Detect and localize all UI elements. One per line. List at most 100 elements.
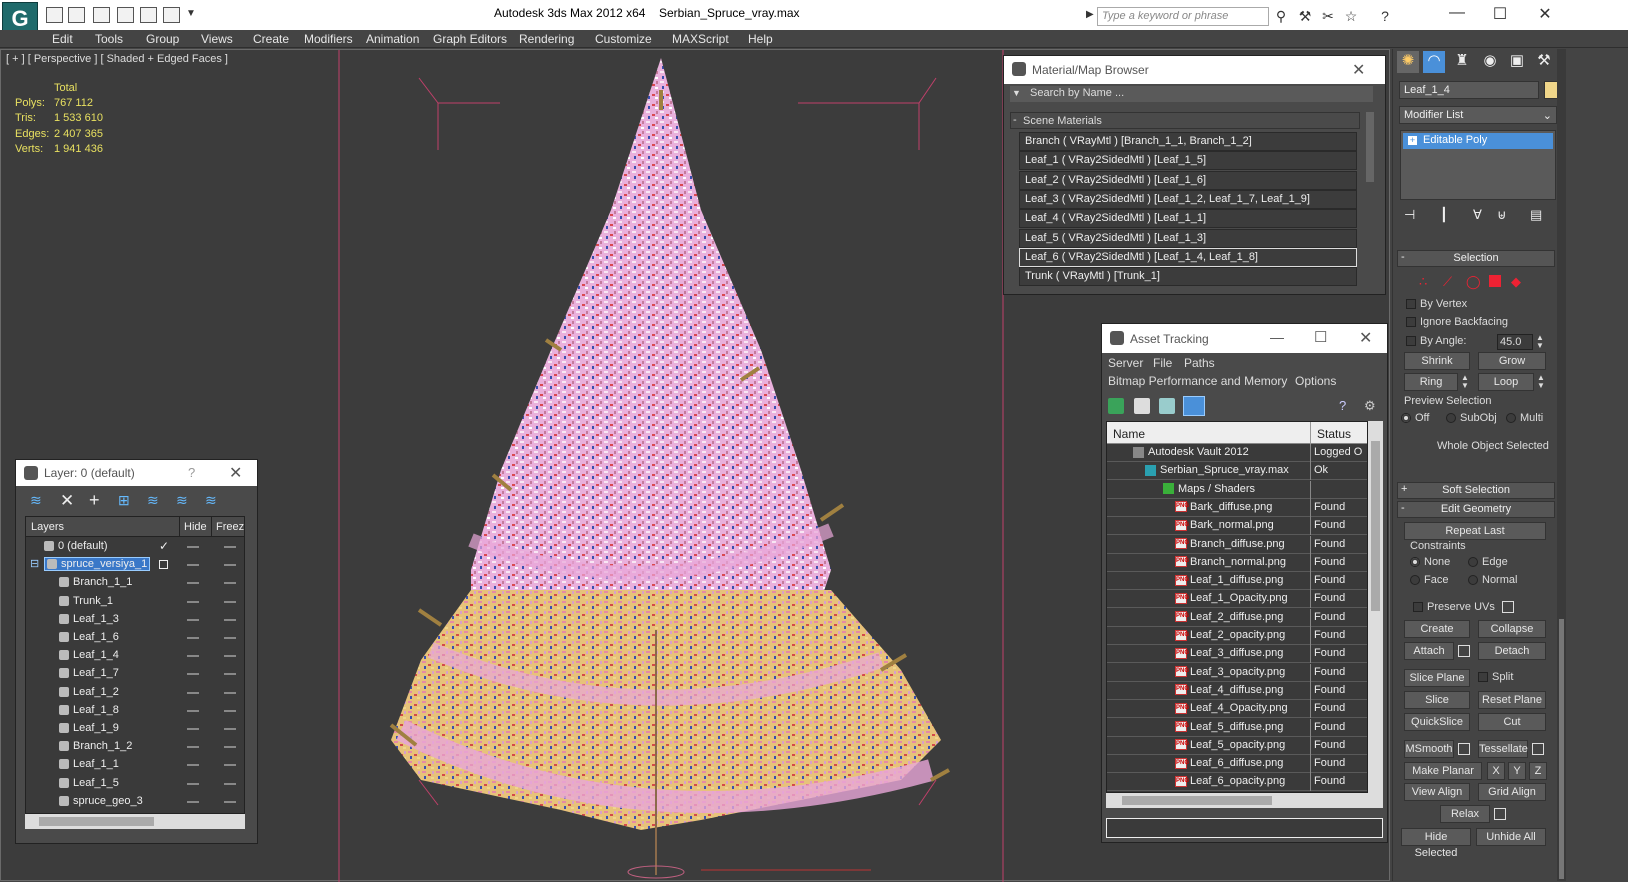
expand-icon[interactable]: + [1401, 483, 1407, 495]
workspace-icon[interactable] [163, 7, 180, 23]
quickslice-button[interactable]: QuickSlice [1404, 713, 1470, 731]
asset-row[interactable]: PNGBark_normal.png Found [1107, 517, 1367, 536]
chevron-down-icon[interactable]: ▼ [186, 8, 196, 19]
layer-row[interactable]: Leaf_1_5 [26, 775, 244, 793]
menu-group[interactable]: Group [146, 32, 179, 46]
freeze-toggle[interactable] [224, 728, 236, 730]
column-hide[interactable]: Hide [184, 521, 207, 533]
tessellate-settings-icon[interactable] [1532, 743, 1544, 755]
preview-multi-radio[interactable]: Multi [1506, 412, 1543, 424]
make-unique-icon[interactable]: ∀ [1473, 207, 1482, 223]
grow-button[interactable]: Grow [1478, 352, 1546, 370]
detach-button[interactable]: Detach [1478, 642, 1546, 660]
subscription-icon[interactable]: ⚒ [1297, 8, 1313, 24]
hide-toggle[interactable] [187, 782, 199, 785]
modify-tab-icon[interactable]: ◠ [1423, 51, 1445, 73]
by-vertex-checkbox[interactable]: By Vertex [1406, 298, 1467, 310]
tessellate-button[interactable]: Tessellate [1478, 740, 1528, 758]
planar-x-button[interactable]: X [1487, 762, 1505, 780]
close-icon[interactable]: ✕ [229, 463, 242, 483]
freeze-toggle[interactable] [224, 600, 236, 603]
collapse-icon[interactable]: - [1401, 502, 1405, 514]
binoculars-icon[interactable]: ⚲ [1273, 8, 1289, 24]
menu-tools[interactable]: Tools [95, 32, 123, 46]
constraint-none-radio[interactable]: None [1410, 556, 1450, 568]
minimize-icon[interactable]: — [1442, 4, 1472, 24]
asset-row[interactable]: PNGLeaf_1_diffuse.png Found [1107, 572, 1367, 591]
layer-row[interactable]: 0 (default) ✓ [26, 538, 244, 556]
freeze-toggle[interactable] [224, 637, 236, 639]
help-icon[interactable]: ? [188, 465, 195, 480]
utilities-tab-icon[interactable]: ⚒ [1533, 51, 1555, 73]
column-freeze[interactable]: Freeze [216, 521, 244, 533]
collapse-icon[interactable]: - [1013, 114, 1017, 126]
preview-off-radio[interactable]: Off [1401, 412, 1429, 424]
panel-scrollbar[interactable] [1557, 49, 1566, 881]
material-item[interactable]: Leaf_2 ( VRay2SidedMtl ) [Leaf_1_6] [1019, 170, 1357, 190]
freeze-toggle[interactable] [224, 546, 236, 548]
asset-row[interactable]: PNGLeaf_5_opacity.png Found [1107, 736, 1367, 755]
material-item[interactable]: Leaf_5 ( VRay2SidedMtl ) [Leaf_1_3] [1019, 228, 1357, 248]
layer-row[interactable]: Leaf_1_9 [26, 720, 244, 738]
scrollbar[interactable] [1366, 112, 1374, 182]
preserve-uvs-settings-icon[interactable] [1502, 601, 1514, 613]
layer-row[interactable]: Leaf_1_3 [26, 611, 244, 629]
maximize-icon[interactable]: ☐ [1485, 4, 1515, 24]
constraint-normal-radio[interactable]: Normal [1468, 574, 1517, 586]
spinner-arrows-icon[interactable]: ▲ ▼ [1536, 334, 1544, 350]
material-item[interactable]: Leaf_6 ( VRay2SidedMtl ) [Leaf_1_4, Leaf… [1019, 247, 1357, 267]
hide-toggle[interactable] [187, 691, 199, 694]
asset-row[interactable]: Maps / Shaders [1107, 480, 1367, 499]
freeze-toggle[interactable] [224, 655, 236, 658]
freeze-toggle[interactable] [224, 673, 236, 676]
keyword-search-input[interactable]: Type a keyword or phrase [1097, 7, 1269, 26]
planar-y-button[interactable]: Y [1508, 762, 1526, 780]
relax-button[interactable]: Relax [1440, 805, 1490, 823]
attach-list-icon[interactable] [1458, 645, 1470, 657]
slice-plane-button[interactable]: Slice Plane [1404, 669, 1470, 687]
menu-customize[interactable]: Customize [595, 32, 652, 46]
hierarchy-tab-icon[interactable]: ♜ [1451, 51, 1473, 73]
material-search-input[interactable]: Search by Name ... [1010, 86, 1373, 102]
grid-align-button[interactable]: Grid Align [1478, 783, 1546, 801]
layer-row[interactable]: spruce_geo_3 [26, 793, 244, 811]
freeze-toggle[interactable] [224, 782, 236, 785]
set-current-icon[interactable] [159, 560, 168, 570]
menu-graph-editors[interactable]: Graph Editors [433, 32, 507, 46]
asset-row[interactable]: PNGLeaf_4_diffuse.png Found [1107, 681, 1367, 700]
minimize-icon[interactable]: — [1270, 329, 1284, 345]
close-icon[interactable]: ✕ [1530, 4, 1560, 24]
horizontal-scrollbar[interactable] [25, 814, 245, 829]
layer-row[interactable]: Branch_1_1 [26, 574, 244, 592]
ring-button[interactable]: Ring [1404, 373, 1458, 391]
layer-row[interactable]: Trunk_1 [26, 593, 244, 611]
modifier-stack[interactable]: Editable Poly + [1400, 130, 1556, 200]
expand-arrow-icon[interactable]: ▶ [1086, 9, 1094, 20]
help-icon[interactable]: ? [1377, 8, 1393, 24]
menu-modifiers[interactable]: Modifiers [304, 32, 353, 46]
layer-row[interactable]: Leaf_1_6 [26, 629, 244, 647]
hide-toggle[interactable] [187, 728, 199, 730]
edge-mode-icon[interactable]: ⟋ [1443, 274, 1452, 290]
asset-row[interactable]: PNGBranch_normal.png Found [1107, 553, 1367, 572]
hide-toggle[interactable] [187, 655, 199, 658]
vertical-scrollbar[interactable] [1368, 421, 1383, 793]
planar-z-button[interactable]: Z [1529, 762, 1547, 780]
freeze-toggle[interactable] [224, 764, 236, 767]
hide-toggle[interactable] [187, 709, 199, 712]
cut-button[interactable]: Cut [1478, 713, 1546, 731]
pin-stack-icon[interactable]: ⊣ [1404, 207, 1415, 223]
collapse-icon[interactable]: - [1401, 251, 1405, 263]
preserve-uvs-checkbox[interactable]: Preserve UVs [1413, 601, 1495, 613]
freeze-toggle[interactable] [224, 691, 236, 694]
asset-row[interactable]: PNGLeaf_6_opacity.png Found [1107, 773, 1367, 792]
material-item[interactable]: Trunk ( VRayMtl ) [Trunk_1] [1019, 267, 1357, 287]
hide-selected-button[interactable]: Hide Selected [1401, 828, 1471, 859]
edit-geometry-rollout-header[interactable]: Edit Geometry [1397, 501, 1555, 518]
remove-modifier-icon[interactable]: ⊎ [1497, 207, 1507, 223]
asset-row[interactable]: PNGLeaf_5_diffuse.png Found [1107, 718, 1367, 737]
slice-button[interactable]: Slice [1404, 691, 1470, 709]
maximize-icon[interactable]: ☐ [1314, 328, 1327, 346]
hide-toggle[interactable] [187, 564, 199, 567]
msmooth-button[interactable]: MSmooth [1404, 740, 1454, 758]
